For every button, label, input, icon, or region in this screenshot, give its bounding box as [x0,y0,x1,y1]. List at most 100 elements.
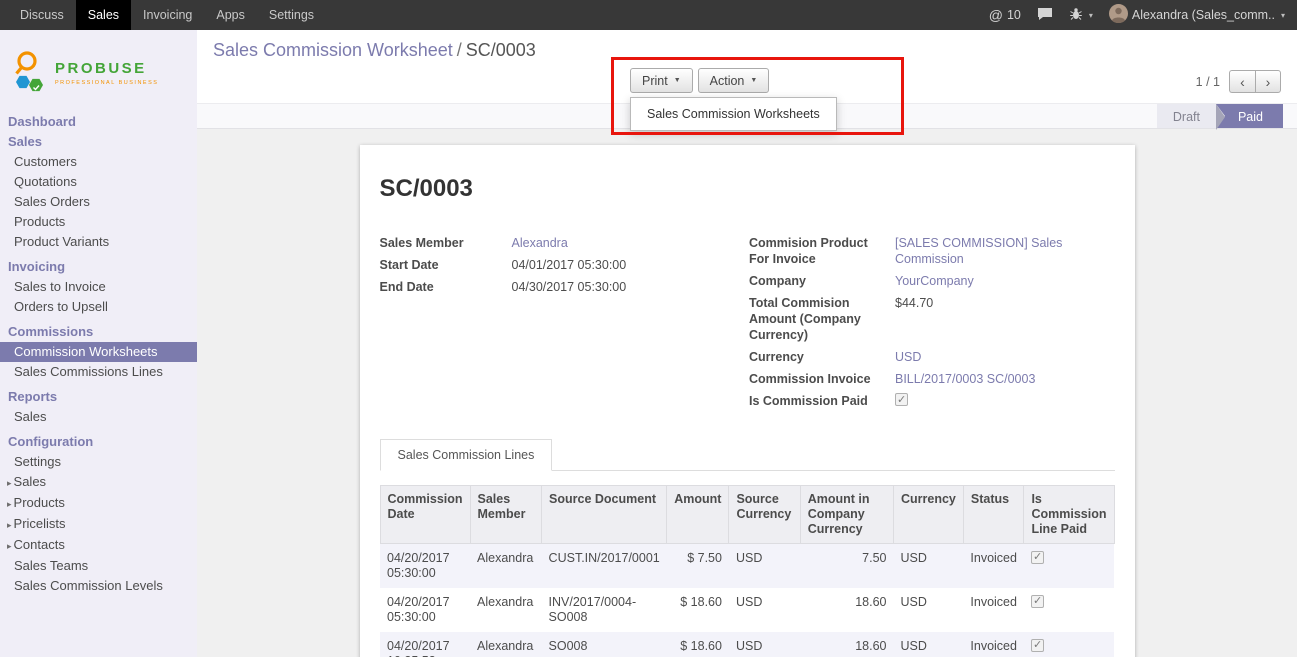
cell-amount-company-currency[interactable]: 18.60 [800,632,893,657]
column-header-amount-company-currency: Amount in Company Currency [800,486,893,544]
chevron-left-icon: ‹ [1240,74,1245,90]
column-header-status: Status [963,486,1024,544]
action-button-label: Action [710,74,745,88]
mentions-counter[interactable]: @ 10 [989,7,1021,23]
menu-sales[interactable]: Sales [76,0,131,30]
field-value-commission-product[interactable]: [SALES COMMISSION] Sales Commission [895,236,1062,266]
cell-line-paid[interactable] [1024,588,1114,632]
table-row[interactable]: 04/20/2017 10:35:53 Alexandra SO008 $ 18… [380,632,1114,657]
cell-line-paid[interactable] [1024,632,1114,657]
sidebar-item-settings[interactable]: Settings [0,452,197,472]
field-value-end-date: 04/30/2017 05:30:00 [512,279,748,295]
sidebar-item-sales-orders[interactable]: Sales Orders [0,192,197,212]
sidebar-item-dashboard[interactable]: Dashboard [0,112,197,132]
field-value-currency[interactable]: USD [895,350,921,364]
sidebar-item-commission-worksheets[interactable]: Commission Worksheets [0,342,197,362]
column-header-commission-date: Commission Date [380,486,470,544]
sidebar-item-reports-sales[interactable]: Sales [0,407,197,427]
field-label-commission-product: Commision Product For Invoice [749,235,895,267]
breadcrumb-parent-link[interactable]: Sales Commission Worksheet [213,40,453,60]
cell-currency[interactable]: USD [894,632,964,657]
status-step-draft[interactable]: Draft [1157,104,1216,128]
line-paid-checkbox[interactable] [1031,595,1044,608]
cell-status[interactable]: Invoiced [963,588,1024,632]
sidebar-item-sales-to-invoice[interactable]: Sales to Invoice [0,277,197,297]
cell-source-currency[interactable]: USD [729,544,800,589]
menu-apps[interactable]: Apps [204,0,257,30]
cell-amount-company-currency[interactable]: 7.50 [800,544,893,589]
cell-commission-date[interactable]: 04/20/2017 05:30:00 [380,544,470,589]
caret-right-icon: ▸ [7,520,12,530]
field-value-sales-member[interactable]: Alexandra [512,236,568,250]
cell-source-currency[interactable]: USD [729,632,800,657]
cell-currency[interactable]: USD [894,544,964,589]
sidebar-section-configuration[interactable]: Configuration [0,432,197,452]
cell-sales-member[interactable]: Alexandra [470,632,542,657]
sidebar-section-commissions[interactable]: Commissions [0,322,197,342]
field-value-commission-invoice[interactable]: BILL/2017/0003 SC/0003 [895,372,1035,386]
menu-discuss[interactable]: Discuss [8,0,76,30]
table-row[interactable]: 04/20/2017 05:30:00 Alexandra CUST.IN/20… [380,544,1114,589]
action-button[interactable]: Action▼ [698,68,770,93]
line-paid-checkbox[interactable] [1031,639,1044,652]
sidebar-item-contacts[interactable]: ▸Contacts [0,535,197,556]
cell-currency[interactable]: USD [894,588,964,632]
cell-source-currency[interactable]: USD [729,588,800,632]
cell-source-document[interactable]: INV/2017/0004-SO008 [542,588,667,632]
cell-amount-company-currency[interactable]: 18.60 [800,588,893,632]
sidebar-item-customers[interactable]: Customers [0,152,197,172]
field-value-company[interactable]: YourCompany [895,274,974,288]
right-field-group: Commision Product For Invoice [SALES COM… [747,235,1115,410]
menu-invoicing[interactable]: Invoicing [131,0,204,30]
table-row[interactable]: 04/20/2017 05:30:00 Alexandra INV/2017/0… [380,588,1114,632]
app-menu: Discuss Sales Invoicing Apps Settings [0,0,326,30]
sidebar-item-orders-to-upsell[interactable]: Orders to Upsell [0,297,197,317]
probuse-logo-text: PROBUSE PROFESSIONAL BUSINESS [55,60,158,86]
cell-status[interactable]: Invoiced [963,544,1024,589]
cell-amount[interactable]: $ 7.50 [667,544,729,589]
left-field-group: Sales Member Alexandra Start Date 04/01/… [380,235,748,410]
sidebar-item-product-variants[interactable]: Product Variants [0,232,197,252]
sidebar-item-config-products[interactable]: ▸Products [0,493,197,514]
sidebar-item-label: Products [14,495,65,510]
menu-settings[interactable]: Settings [257,0,326,30]
sidebar-item-pricelists[interactable]: ▸Pricelists [0,514,197,535]
user-menu[interactable]: Alexandra (Sales_comm.. ▾ [1109,4,1285,26]
cell-line-paid[interactable] [1024,544,1114,589]
line-paid-checkbox[interactable] [1031,551,1044,564]
tab-sales-commission-lines[interactable]: Sales Commission Lines [380,439,553,471]
dropdown-item-sales-commission-worksheets[interactable]: Sales Commission Worksheets [631,102,836,126]
cell-commission-date[interactable]: 04/20/2017 10:35:53 [380,632,470,657]
pager-next-button[interactable]: › [1255,70,1281,93]
probuse-logo-icon [12,48,48,99]
sidebar-item-sales-commissions-lines[interactable]: Sales Commissions Lines [0,362,197,382]
cell-commission-date[interactable]: 04/20/2017 05:30:00 [380,588,470,632]
sidebar-item-products[interactable]: Products [0,212,197,232]
cell-sales-member[interactable]: Alexandra [470,588,542,632]
commission-lines-table: Commission Date Sales Member Source Docu… [380,485,1115,657]
cell-source-document[interactable]: SO008 [542,632,667,657]
cell-amount[interactable]: $ 18.60 [667,588,729,632]
debug-menu[interactable]: ▾ [1069,7,1093,24]
field-label-start-date: Start Date [380,257,512,273]
cell-status[interactable]: Invoiced [963,632,1024,657]
sidebar-item-sales-commission-levels[interactable]: Sales Commission Levels [0,576,197,596]
print-button[interactable]: Print▼ [630,68,693,93]
pager-previous-button[interactable]: ‹ [1229,70,1255,93]
cell-amount[interactable]: $ 18.60 [667,632,729,657]
bug-icon [1069,7,1083,24]
is-commission-paid-checkbox[interactable] [895,393,908,406]
sidebar-item-quotations[interactable]: Quotations [0,172,197,192]
cell-sales-member[interactable]: Alexandra [470,544,542,589]
messages-button[interactable] [1037,7,1053,24]
column-header-amount: Amount [667,486,729,544]
probuse-logo[interactable]: PROBUSE PROFESSIONAL BUSINESS [0,30,197,112]
cell-source-document[interactable]: CUST.IN/2017/0001 [542,544,667,589]
status-step-paid[interactable]: Paid [1216,104,1283,128]
sidebar-section-reports[interactable]: Reports [0,387,197,407]
action-buttons: Print▼ Action▼ [630,68,769,93]
sidebar-item-sales[interactable]: Sales [0,132,197,152]
sidebar-item-config-sales[interactable]: ▸Sales [0,472,197,493]
sidebar-item-sales-teams[interactable]: Sales Teams [0,556,197,576]
sidebar-section-invoicing[interactable]: Invoicing [0,257,197,277]
